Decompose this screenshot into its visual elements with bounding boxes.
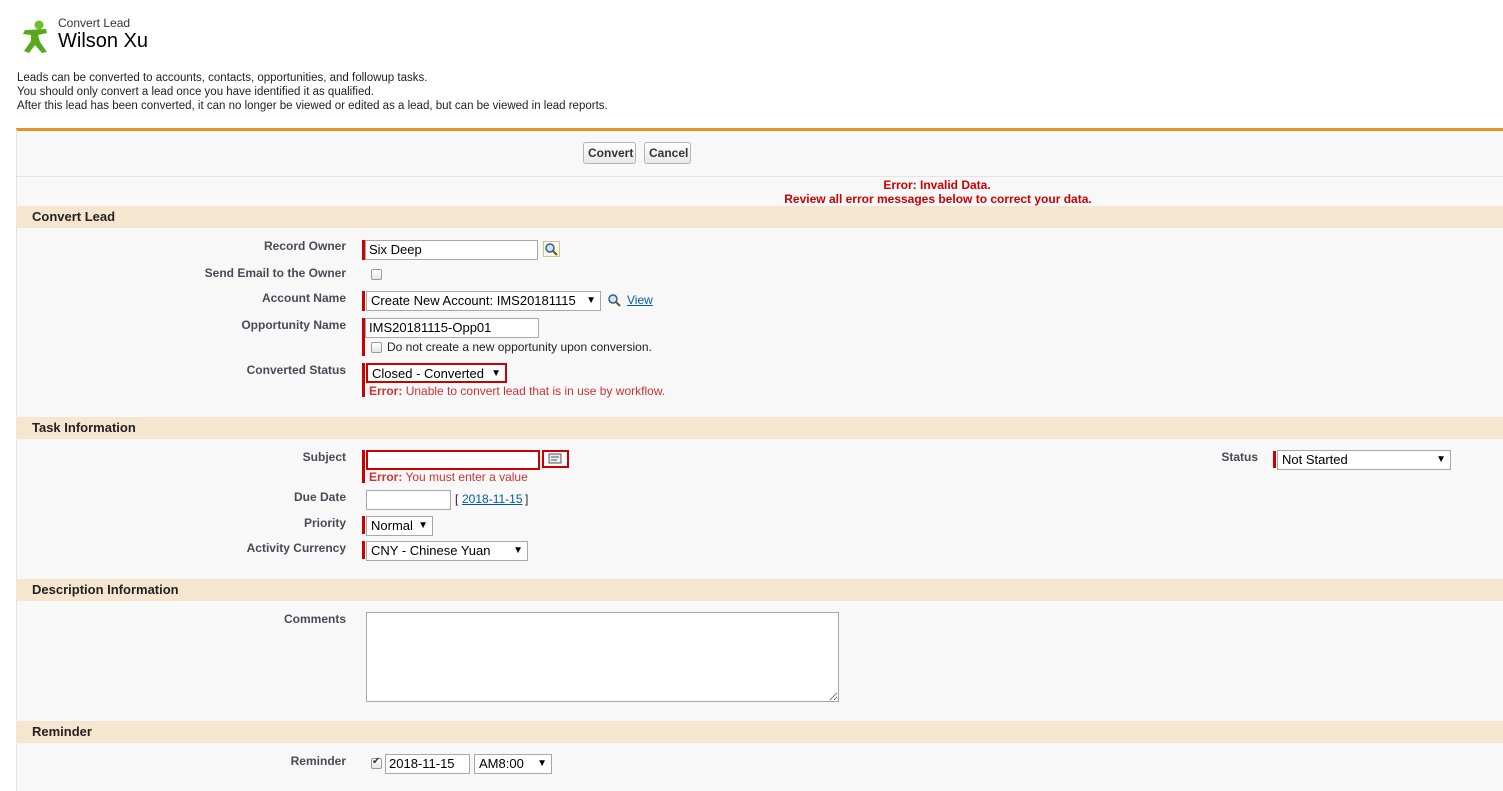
error-text: Unable to convert lead that is in use by…	[405, 384, 666, 398]
converted-status-error: Error: Unable to convert lead that is in…	[369, 384, 665, 398]
status-value: Not Started	[1282, 452, 1348, 467]
chevron-down-icon: ▼	[586, 295, 596, 306]
comments-textarea[interactable]	[366, 612, 839, 702]
reminder-time-value: AM8:00	[479, 756, 524, 771]
priority-label: Priority	[303, 516, 346, 530]
required-marker	[362, 363, 365, 397]
priority-select[interactable]: Normal ▼	[366, 516, 433, 536]
chevron-down-icon: ▼	[491, 368, 501, 379]
converted-status-select[interactable]: Closed - Converted ▼	[366, 363, 507, 383]
view-account-link[interactable]: View	[627, 293, 653, 307]
converted-status-label: Converted Status	[246, 363, 346, 377]
account-name-label: Account Name	[261, 291, 346, 305]
activity-currency-label: Activity Currency	[246, 541, 346, 555]
converted-status-value: Closed - Converted	[372, 366, 484, 381]
error-prefix: Error:	[369, 384, 403, 398]
page-title: Wilson Xu	[58, 30, 149, 52]
comments-label: Comments	[283, 612, 346, 626]
section-description-information: Description Information	[16, 579, 1503, 601]
opportunity-name-label: Opportunity Name	[241, 318, 346, 332]
required-marker	[362, 541, 365, 559]
status-select[interactable]: Not Started ▼	[1277, 450, 1451, 470]
due-date-label: Due Date	[293, 490, 346, 504]
activity-currency-select[interactable]: CNY - Chinese Yuan ▼	[366, 541, 528, 561]
send-email-label: Send Email to the Owner	[204, 266, 346, 280]
required-marker	[1273, 451, 1276, 468]
status-label: Status	[1221, 450, 1258, 464]
section-task-information: Task Information	[16, 417, 1503, 439]
send-email-checkbox[interactable]	[371, 269, 382, 280]
reminder-label: Reminder	[290, 754, 346, 768]
required-marker	[362, 450, 365, 483]
bracket-close: ]	[525, 492, 529, 506]
reminder-checkbox[interactable]	[371, 756, 382, 769]
account-name-select[interactable]: Create New Account: IMS20181115 ▼	[366, 291, 601, 311]
combobox-picker-icon[interactable]	[542, 450, 569, 468]
required-marker	[362, 516, 365, 534]
bracket-open: [	[455, 492, 459, 506]
convert-button[interactable]: Convert	[583, 142, 636, 164]
due-date-input[interactable]	[366, 490, 451, 510]
breadcrumb: Convert Lead	[58, 16, 131, 30]
subject-input[interactable]	[366, 450, 540, 470]
reminder-time-select[interactable]: AM8:00 ▼	[474, 754, 552, 774]
chevron-down-icon: ▼	[513, 545, 523, 556]
intro-line-3: After this lead has been converted, it c…	[17, 100, 608, 112]
chevron-down-icon: ▼	[418, 520, 428, 531]
intro-line-1: Leads can be converted to accounts, cont…	[17, 72, 428, 84]
record-owner-label: Record Owner	[263, 239, 346, 253]
opportunity-name-input[interactable]: IMS20181115-Opp01	[365, 318, 539, 338]
section-convert-lead: Convert Lead	[16, 206, 1503, 228]
intro-line-2: You should only convert a lead once you …	[17, 86, 374, 98]
page-error-message: Review all error messages below to corre…	[784, 192, 1092, 206]
activity-currency-value: CNY - Chinese Yuan	[371, 543, 491, 558]
page-error-title: Error: Invalid Data.	[883, 178, 991, 192]
cancel-button[interactable]: Cancel	[644, 142, 691, 164]
subject-error: Error: You must enter a value	[369, 470, 528, 484]
required-marker	[362, 291, 365, 311]
magnifier-lookup-icon[interactable]	[606, 292, 623, 308]
magnifier-lookup-icon[interactable]	[543, 241, 560, 257]
toolbar-divider	[16, 176, 1503, 177]
no-opportunity-label: Do not create a new opportunity upon con…	[387, 340, 652, 354]
today-date-link[interactable]: 2018-11-15	[462, 492, 523, 506]
reminder-date-input[interactable]: 2018-11-15	[385, 754, 470, 774]
record-owner-input[interactable]: Six Deep	[365, 240, 538, 260]
section-reminder: Reminder	[16, 721, 1503, 743]
priority-value: Normal	[371, 518, 413, 533]
chevron-down-icon: ▼	[1436, 454, 1446, 465]
chevron-down-icon: ▼	[537, 758, 547, 769]
subject-label: Subject	[302, 450, 346, 464]
error-prefix: Error:	[369, 470, 403, 484]
account-name-value: Create New Account: IMS20181115	[371, 293, 576, 308]
no-opportunity-checkbox[interactable]	[371, 342, 382, 353]
error-text: You must enter a value	[405, 470, 528, 484]
lead-person-icon	[23, 20, 47, 53]
